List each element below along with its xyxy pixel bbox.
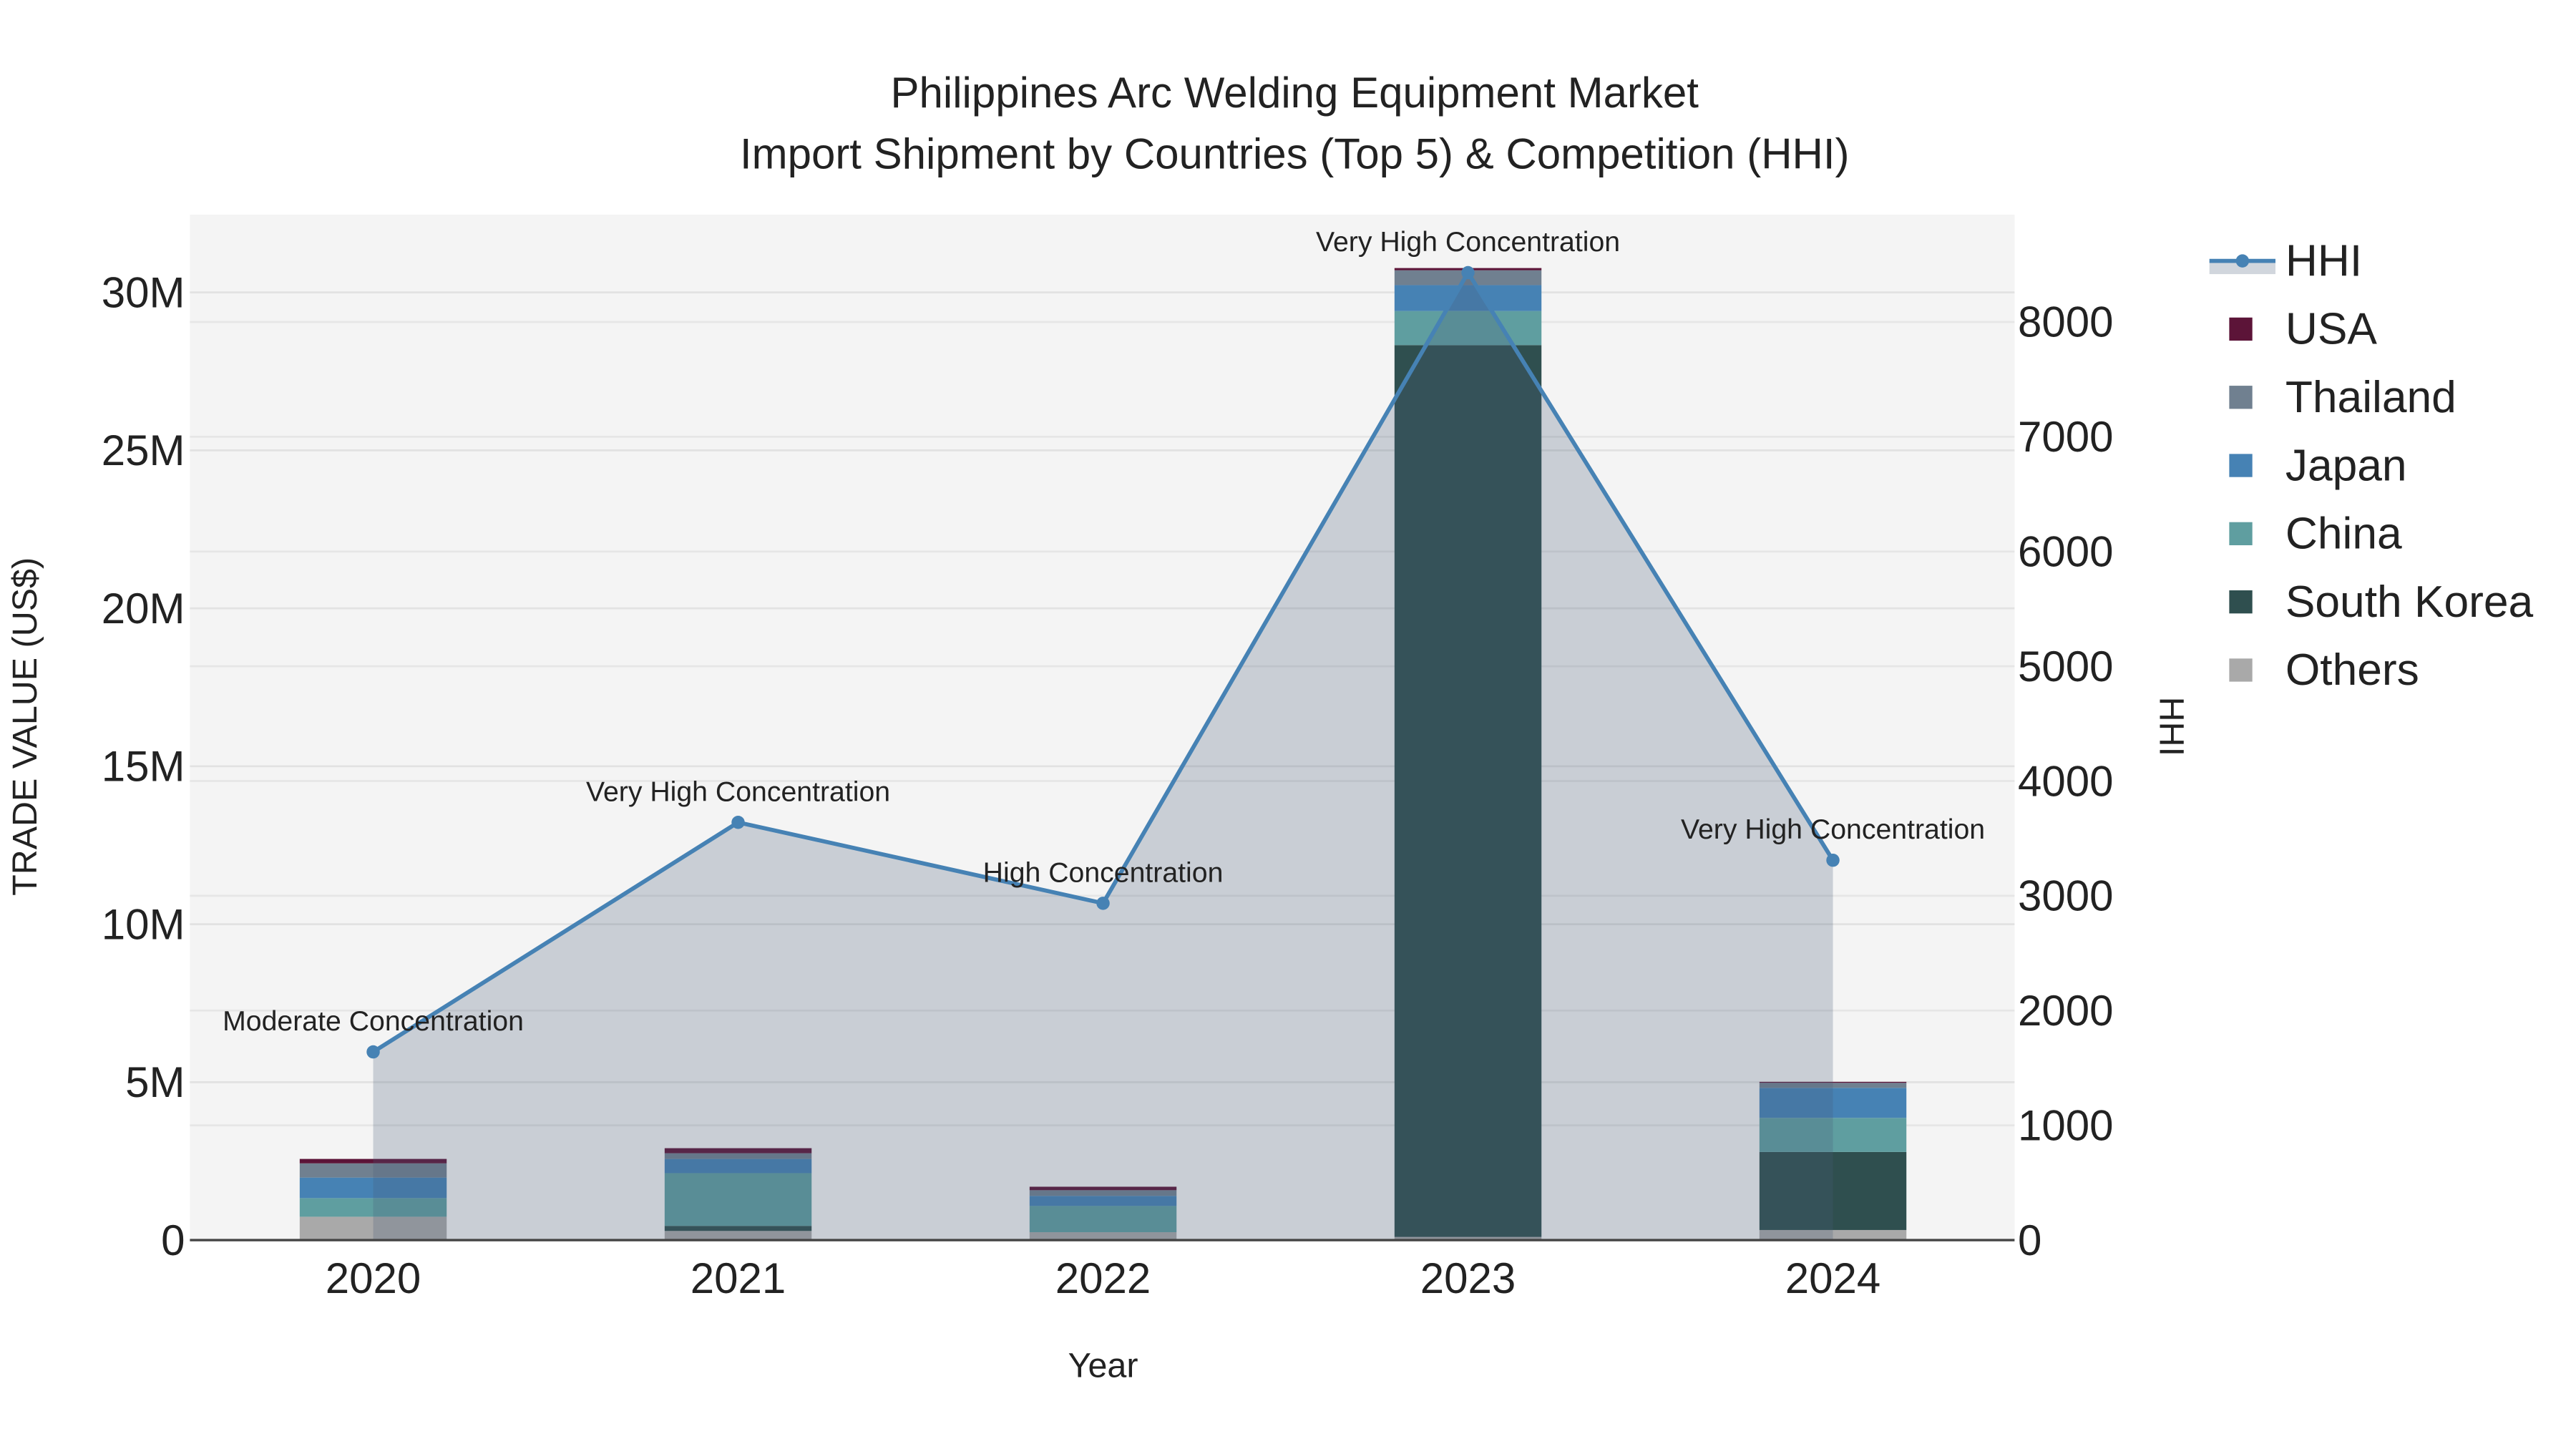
hhi-annotation: Very High Concentration [1681, 814, 1985, 845]
y2-tick-label: 3000 [2018, 872, 2113, 920]
x-tick-label: 2021 [691, 1254, 786, 1302]
legend-swatch-south-korea [2229, 590, 2253, 614]
legend-swatch-thailand [2229, 386, 2253, 409]
hhi-point-2022 [1096, 897, 1110, 910]
legend-label: Thailand [2285, 373, 2457, 422]
y2-axis-title: HHI [2152, 697, 2190, 756]
y-tick-label: 30M [102, 268, 185, 316]
legend-swatch-hhi-marker [2235, 254, 2250, 268]
x-tick-label: 2024 [1785, 1254, 1880, 1302]
x-tick-label: 2023 [1420, 1254, 1516, 1302]
legend-swatch-china [2229, 522, 2253, 545]
legend-label: South Korea [2285, 577, 2534, 627]
legend-swatch-usa [2229, 317, 2253, 341]
y2-tick-label: 0 [2018, 1216, 2041, 1264]
y2-tick-label: 1000 [2018, 1101, 2113, 1149]
legend-swatch-others [2229, 658, 2253, 682]
y-axis-title: TRADE VALUE (US$) [6, 557, 44, 896]
hhi-annotation: Moderate Concentration [223, 1005, 524, 1037]
y-tick-label: 25M [102, 426, 185, 474]
y2-tick-label: 4000 [2018, 757, 2113, 805]
legend-swatch-japan [2229, 454, 2253, 477]
hhi-point-2024 [1826, 853, 1840, 867]
y2-tick-label: 6000 [2018, 528, 2113, 576]
legend-label: Japan [2285, 441, 2407, 490]
hhi-annotation: High Concentration [983, 857, 1224, 888]
y-tick-label: 20M [102, 585, 185, 633]
x-tick-label: 2020 [326, 1254, 421, 1302]
y-tick-label: 10M [102, 900, 185, 948]
legend-label: Others [2285, 645, 2419, 695]
hhi-annotation: Very High Concentration [586, 776, 890, 807]
chart-title-line2: Import Shipment by Countries (Top 5) & C… [740, 130, 1850, 177]
y-tick-label: 5M [125, 1058, 185, 1106]
y2-tick-label: 8000 [2018, 298, 2113, 346]
legend-label: China [2285, 509, 2402, 559]
legend-label: USA [2285, 305, 2378, 354]
hhi-annotation: Very High Concentration [1316, 226, 1620, 258]
hhi-point-2020 [366, 1045, 380, 1059]
y-tick-label: 0 [161, 1216, 185, 1264]
chart: Philippines Arc Welding Equipment Market… [6, 69, 2534, 1385]
y2-tick-label: 2000 [2018, 987, 2113, 1035]
x-tick-label: 2022 [1055, 1254, 1151, 1302]
hhi-point-2021 [731, 816, 745, 829]
chart-title-line1: Philippines Arc Welding Equipment Market [891, 69, 1699, 117]
hhi-point-2023 [1461, 265, 1475, 280]
legend-label: HHI [2285, 236, 2362, 286]
y-tick-label: 15M [102, 743, 185, 791]
y2-tick-label: 7000 [2018, 413, 2113, 461]
x-axis-title: Year [1068, 1347, 1138, 1385]
y2-tick-label: 5000 [2018, 643, 2113, 691]
